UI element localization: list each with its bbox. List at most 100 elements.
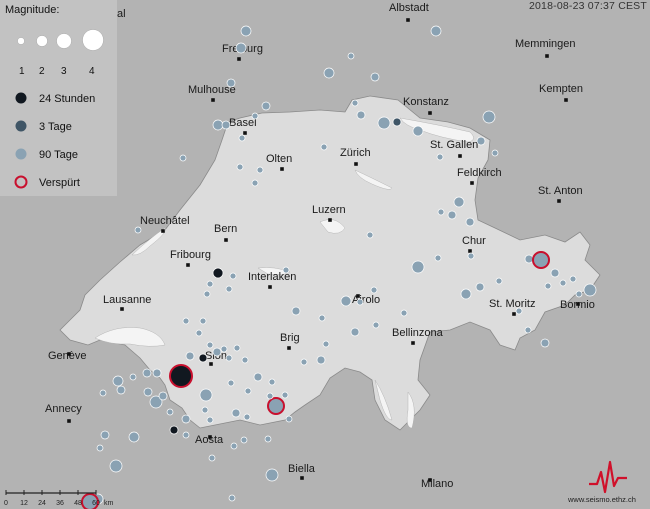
- earthquake-marker-90d[interactable]: [236, 163, 244, 171]
- earthquake-marker-90d[interactable]: [201, 406, 209, 414]
- earthquake-marker-90d[interactable]: [100, 430, 110, 440]
- earthquake-marker-90d[interactable]: [181, 414, 191, 424]
- earthquake-marker-90d[interactable]: [229, 272, 237, 280]
- earthquake-marker-90d[interactable]: [491, 149, 499, 157]
- earthquake-marker-90d[interactable]: [351, 99, 359, 107]
- felt-earthquake-marker[interactable]: [267, 397, 285, 415]
- earthquake-marker-90d[interactable]: [240, 436, 248, 444]
- earthquake-marker-90d[interactable]: [350, 327, 360, 337]
- earthquake-marker-90d[interactable]: [266, 392, 274, 400]
- earthquake-marker-90d[interactable]: [291, 306, 301, 316]
- earthquake-marker-90d[interactable]: [476, 136, 486, 146]
- earthquake-marker-90d[interactable]: [475, 282, 485, 292]
- earthquake-marker-90d[interactable]: [158, 391, 168, 401]
- earthquake-marker-24h[interactable]: [169, 425, 179, 435]
- earthquake-marker-90d[interactable]: [112, 375, 124, 387]
- earthquake-marker-90d[interactable]: [340, 295, 352, 307]
- earthquake-marker-90d[interactable]: [372, 321, 380, 329]
- earthquake-marker-90d[interactable]: [559, 279, 567, 287]
- earthquake-marker-90d[interactable]: [447, 210, 457, 220]
- earthquake-marker-90d[interactable]: [482, 110, 496, 124]
- earthquake-marker-90d[interactable]: [128, 431, 140, 443]
- earthquake-marker-90d[interactable]: [212, 347, 222, 357]
- earthquake-marker-90d[interactable]: [436, 153, 444, 161]
- earthquake-marker-90d[interactable]: [182, 431, 190, 439]
- felt-earthquake-marker[interactable]: [532, 251, 550, 269]
- earthquake-marker-90d[interactable]: [285, 415, 293, 423]
- earthquake-marker-90d[interactable]: [583, 283, 597, 297]
- earthquake-marker-90d[interactable]: [356, 110, 366, 120]
- earthquake-marker-90d[interactable]: [238, 134, 246, 142]
- earthquake-marker-90d[interactable]: [430, 25, 442, 37]
- earthquake-marker-90d[interactable]: [179, 154, 187, 162]
- earthquake-marker-90d[interactable]: [228, 494, 236, 502]
- earthquake-marker-90d[interactable]: [226, 78, 236, 88]
- earthquake-marker-90d[interactable]: [227, 379, 235, 387]
- earthquake-marker-90d[interactable]: [143, 387, 153, 397]
- earthquake-marker-90d[interactable]: [253, 372, 263, 382]
- earthquake-marker-90d[interactable]: [575, 290, 583, 298]
- earthquake-marker-90d[interactable]: [240, 25, 252, 37]
- earthquake-marker-90d[interactable]: [370, 72, 380, 82]
- earthquake-marker-90d[interactable]: [221, 120, 231, 130]
- earthquake-marker-90d[interactable]: [460, 288, 472, 300]
- earthquake-marker-90d[interactable]: [185, 351, 195, 361]
- earthquake-marker-90d[interactable]: [370, 286, 378, 294]
- earthquake-marker-90d[interactable]: [524, 254, 534, 264]
- earthquake-marker-90d[interactable]: [318, 314, 326, 322]
- earthquake-marker-90d[interactable]: [540, 338, 550, 348]
- earthquake-marker-90d[interactable]: [235, 42, 247, 54]
- earthquake-marker-90d[interactable]: [316, 355, 326, 365]
- earthquake-marker-90d[interactable]: [251, 112, 259, 120]
- earthquake-marker-90d[interactable]: [544, 282, 552, 290]
- earthquake-marker-90d[interactable]: [323, 67, 335, 79]
- earthquake-marker-90d[interactable]: [524, 326, 532, 334]
- earthquake-marker-90d[interactable]: [437, 208, 445, 216]
- earthquake-marker-90d[interactable]: [569, 275, 577, 283]
- earthquake-marker-90d[interactable]: [206, 341, 214, 349]
- earthquake-marker-90d[interactable]: [550, 268, 560, 278]
- earthquake-marker-90d[interactable]: [203, 290, 211, 298]
- earthquake-marker-90d[interactable]: [256, 166, 264, 174]
- earthquake-marker-90d[interactable]: [182, 317, 190, 325]
- earthquake-marker-90d[interactable]: [241, 356, 249, 364]
- earthquake-marker-90d[interactable]: [282, 266, 290, 274]
- earthquake-marker-90d[interactable]: [116, 385, 126, 395]
- earthquake-marker-90d[interactable]: [300, 358, 308, 366]
- earthquake-marker-90d[interactable]: [109, 459, 123, 473]
- earthquake-marker-90d[interactable]: [261, 101, 271, 111]
- earthquake-marker-3d[interactable]: [392, 117, 402, 127]
- earthquake-marker-90d[interactable]: [96, 444, 104, 452]
- earthquake-marker-90d[interactable]: [268, 378, 276, 386]
- earthquake-marker-90d[interactable]: [142, 368, 152, 378]
- felt-earthquake-marker[interactable]: [169, 364, 193, 388]
- earthquake-marker-90d[interactable]: [212, 119, 224, 131]
- earthquake-marker-90d[interactable]: [434, 254, 442, 262]
- earthquake-marker-90d[interactable]: [225, 354, 233, 362]
- earthquake-marker-90d[interactable]: [208, 454, 216, 462]
- earthquake-marker-90d[interactable]: [515, 307, 523, 315]
- earthquake-marker-90d[interactable]: [230, 442, 238, 450]
- earthquake-marker-90d[interactable]: [453, 196, 465, 208]
- earthquake-marker-90d[interactable]: [195, 329, 203, 337]
- earthquake-marker-90d[interactable]: [233, 344, 241, 352]
- earthquake-marker-90d[interactable]: [495, 277, 503, 285]
- earthquake-marker-90d[interactable]: [99, 389, 107, 397]
- earthquake-marker-24h[interactable]: [198, 353, 208, 363]
- earthquake-marker-90d[interactable]: [465, 217, 475, 227]
- earthquake-marker-90d[interactable]: [265, 468, 279, 482]
- earthquake-marker-90d[interactable]: [411, 260, 425, 274]
- earthquake-marker-90d[interactable]: [281, 391, 289, 399]
- earthquake-marker-90d[interactable]: [152, 368, 162, 378]
- earthquake-marker-90d[interactable]: [347, 52, 355, 60]
- earthquake-marker-90d[interactable]: [322, 340, 330, 348]
- earthquake-marker-90d[interactable]: [206, 280, 214, 288]
- earthquake-marker-90d[interactable]: [251, 179, 259, 187]
- earthquake-marker-90d[interactable]: [467, 252, 475, 260]
- earthquake-marker-90d[interactable]: [356, 298, 364, 306]
- earthquake-marker-90d[interactable]: [166, 408, 174, 416]
- earthquake-marker-90d[interactable]: [129, 373, 137, 381]
- earthquake-marker-90d[interactable]: [134, 226, 142, 234]
- earthquake-marker-90d[interactable]: [400, 309, 408, 317]
- earthquake-marker-90d[interactable]: [377, 116, 391, 130]
